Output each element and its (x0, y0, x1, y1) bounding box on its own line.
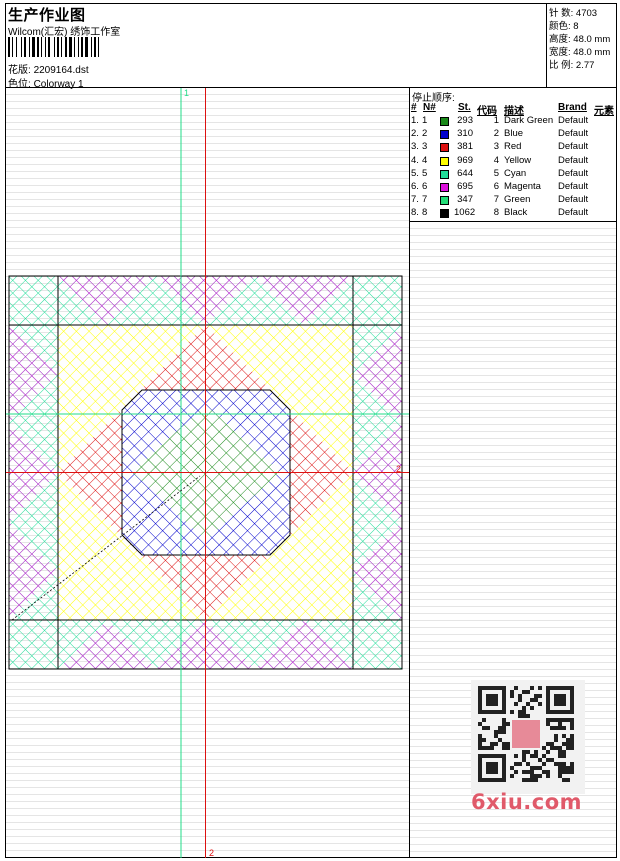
red-guide-bottom-label: 2 (209, 848, 215, 858)
red-guide-right-label: 2 (396, 464, 402, 474)
site-watermark: 6xiu.com (471, 790, 583, 814)
qr-code-icon (478, 686, 574, 782)
green-guide-label: 1 (184, 88, 190, 98)
